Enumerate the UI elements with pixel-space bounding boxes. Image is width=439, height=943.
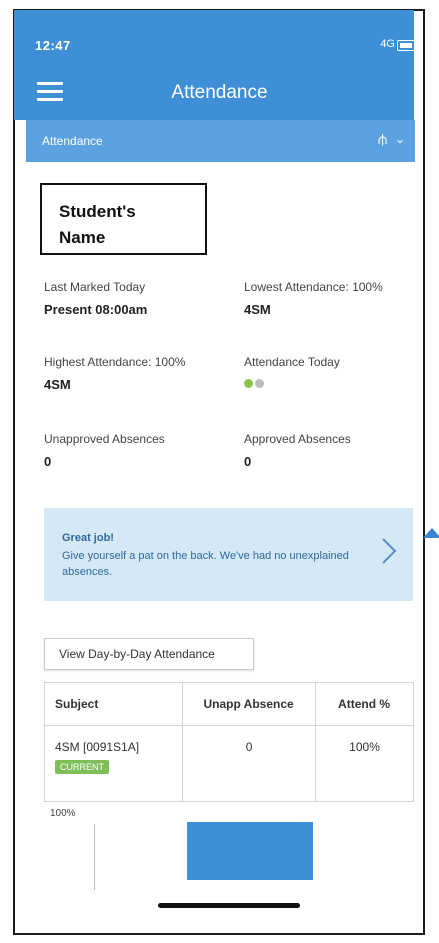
- view-day-by-day-button[interactable]: View Day-by-Day Attendance: [44, 638, 254, 670]
- attendance-dots: [244, 377, 340, 391]
- stat-lowest: Lowest Attendance: 100% 4SM: [244, 280, 383, 317]
- battery-icon: [397, 40, 417, 51]
- unapp-cell: 0: [182, 725, 317, 802]
- col-header-unapp[interactable]: Unapp Absence: [182, 682, 317, 726]
- attendance-chart: 100%: [44, 808, 414, 898]
- chevron-down-icon[interactable]: ⌄: [395, 132, 405, 146]
- attendance-table: Subject Unapp Absence Attend % 4SM [0091…: [43, 682, 414, 802]
- pending-dot: [255, 379, 264, 388]
- y-axis: [94, 824, 95, 890]
- current-badge: CURRENT: [55, 760, 109, 774]
- present-dot: [244, 379, 253, 388]
- y-tick-label: 100%: [50, 808, 76, 819]
- pointer-triangle: [423, 528, 439, 538]
- banner-title: Great job!: [62, 532, 114, 544]
- banner-text: Give yourself a pat on the back. We've h…: [62, 550, 349, 578]
- subheader-bar: Attendance ⫛ ⌄: [26, 120, 415, 162]
- home-indicator[interactable]: [158, 903, 300, 908]
- great-job-banner[interactable]: Great job! Give yourself a pat on the ba…: [44, 508, 413, 601]
- subheader-label: Attendance: [42, 134, 103, 148]
- table-row[interactable]: 4SM [0091S1A] CURRENT 0 100%: [43, 725, 414, 802]
- chevron-right-icon: [382, 538, 397, 564]
- stat-approved: Approved Absences 0: [244, 432, 351, 469]
- student-name: Student's Name: [40, 183, 207, 255]
- stat-last-marked: Last Marked Today Present 08:00am: [44, 280, 148, 317]
- chart-bar: [187, 822, 313, 880]
- filter-icon[interactable]: ⫛: [378, 131, 387, 148]
- subject-cell: 4SM [0091S1A] CURRENT: [43, 725, 184, 802]
- status-bar: [14, 10, 414, 64]
- table-header-row: Subject Unapp Absence Attend %: [43, 682, 414, 726]
- stat-today: Attendance Today: [244, 355, 340, 391]
- stat-unapproved: Unapproved Absences 0: [44, 432, 165, 469]
- col-header-attend[interactable]: Attend %: [315, 682, 414, 726]
- signal-icon: 4G: [380, 38, 395, 50]
- status-time: 12:47: [35, 38, 71, 53]
- col-header-subject[interactable]: Subject: [43, 682, 184, 726]
- stat-highest: Highest Attendance: 100% 4SM: [44, 355, 186, 392]
- page-title: Attendance: [171, 82, 268, 103]
- attend-cell: 100%: [315, 725, 414, 802]
